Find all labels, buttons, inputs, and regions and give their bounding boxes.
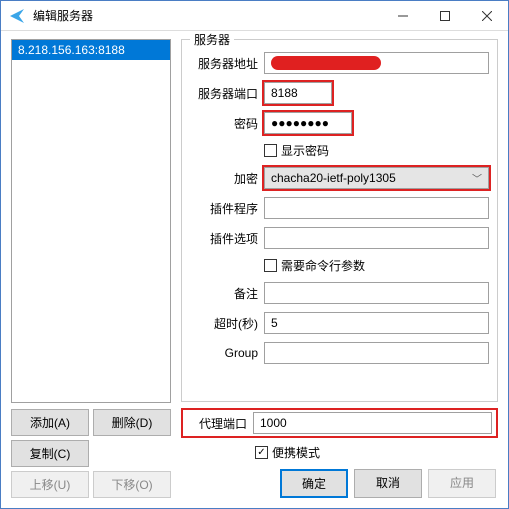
- proxy-port-input[interactable]: 1000: [253, 412, 492, 434]
- app-icon: [9, 8, 25, 24]
- encryption-label: 加密: [190, 170, 258, 187]
- window-controls: [382, 1, 508, 31]
- need-cli-checkbox[interactable]: [264, 259, 277, 272]
- plugin-program-input[interactable]: [264, 197, 489, 219]
- server-port-label: 服务器端口: [190, 85, 258, 102]
- left-pane: 8.218.156.163:8188 添加(A) 删除(D) 复制(C) 上移(…: [11, 39, 171, 498]
- titlebar: 编辑服务器: [1, 1, 508, 31]
- plugin-options-input[interactable]: [264, 227, 489, 249]
- remark-input[interactable]: [264, 282, 489, 304]
- minimize-button[interactable]: [382, 1, 424, 31]
- ok-button[interactable]: 确定: [280, 469, 348, 498]
- window-title: 编辑服务器: [33, 7, 93, 24]
- timeout-label: 超时(秒): [190, 315, 258, 332]
- right-pane: 服务器 服务器地址 服务器端口 8188 密码 ●●●●●●●●: [181, 39, 498, 498]
- delete-button[interactable]: 删除(D): [93, 409, 171, 436]
- footer-buttons: 确定 取消 应用: [181, 469, 498, 498]
- show-password-label: 显示密码: [281, 142, 329, 159]
- proxy-port-label: 代理端口: [187, 415, 247, 432]
- password-label: 密码: [190, 115, 258, 132]
- maximize-button[interactable]: [424, 1, 466, 31]
- cancel-button[interactable]: 取消: [354, 469, 422, 498]
- move-down-button[interactable]: 下移(O): [93, 471, 171, 498]
- remark-label: 备注: [190, 285, 258, 302]
- group-label: Group: [190, 346, 258, 360]
- copy-button[interactable]: 复制(C): [11, 440, 89, 467]
- encryption-select[interactable]: chacha20-ietf-poly1305 ﹀: [264, 167, 489, 189]
- server-addr-label: 服务器地址: [190, 55, 258, 72]
- portable-checkbox[interactable]: [255, 446, 268, 459]
- groupbox-title: 服务器: [190, 31, 234, 48]
- server-list[interactable]: 8.218.156.163:8188: [11, 39, 171, 403]
- group-input[interactable]: [264, 342, 489, 364]
- need-cli-label: 需要命令行参数: [281, 257, 365, 274]
- plugin-program-label: 插件程序: [190, 200, 258, 217]
- window: 编辑服务器 8.218.156.163:8188 添加(A) 删除(D) 复制(…: [0, 0, 509, 509]
- portable-label: 便携模式: [272, 444, 320, 461]
- close-button[interactable]: [466, 1, 508, 31]
- redacted-address: [271, 56, 381, 70]
- password-input[interactable]: ●●●●●●●●: [264, 112, 352, 134]
- proxy-section: 代理端口 1000: [181, 408, 498, 438]
- show-password-checkbox[interactable]: [264, 144, 277, 157]
- content: 8.218.156.163:8188 添加(A) 删除(D) 复制(C) 上移(…: [1, 31, 508, 508]
- server-port-input[interactable]: 8188: [264, 82, 332, 104]
- apply-button[interactable]: 应用: [428, 469, 496, 498]
- chevron-down-icon: ﹀: [472, 171, 482, 186]
- server-form: 服务器地址 服务器端口 8188 密码 ●●●●●●●● 显示密码: [190, 52, 489, 364]
- server-list-item[interactable]: 8.218.156.163:8188: [12, 40, 170, 60]
- server-addr-input[interactable]: [264, 52, 489, 74]
- encryption-value: chacha20-ietf-poly1305: [271, 171, 396, 185]
- plugin-options-label: 插件选项: [190, 230, 258, 247]
- move-up-button[interactable]: 上移(U): [11, 471, 89, 498]
- server-groupbox: 服务器 服务器地址 服务器端口 8188 密码 ●●●●●●●●: [181, 39, 498, 402]
- left-buttons: 添加(A) 删除(D) 复制(C) 上移(U) 下移(O): [11, 409, 171, 498]
- timeout-input[interactable]: 5: [264, 312, 489, 334]
- add-button[interactable]: 添加(A): [11, 409, 89, 436]
